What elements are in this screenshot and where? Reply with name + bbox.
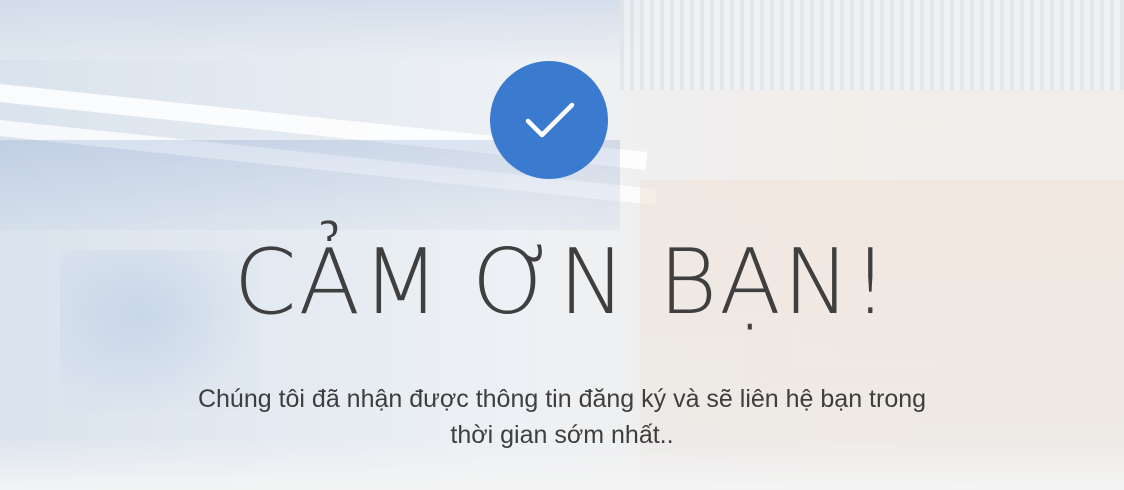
thank-you-title: CẢM ƠN BẠN! xyxy=(233,230,891,335)
confirmation-message: Chúng tôi đã nhận được thông tin đăng ký… xyxy=(0,381,1124,453)
checkmark-icon xyxy=(490,61,608,179)
thank-you-panel: CẢM ƠN BẠN! Chúng tôi đã nhận được thông… xyxy=(0,0,1124,490)
confirmation-message-line-1: Chúng tôi đã nhận được thông tin đăng ký… xyxy=(197,385,927,413)
checkmark-glyph xyxy=(525,102,575,138)
confirmation-message-line-2: thời gian sớm nhất.. xyxy=(450,421,674,449)
